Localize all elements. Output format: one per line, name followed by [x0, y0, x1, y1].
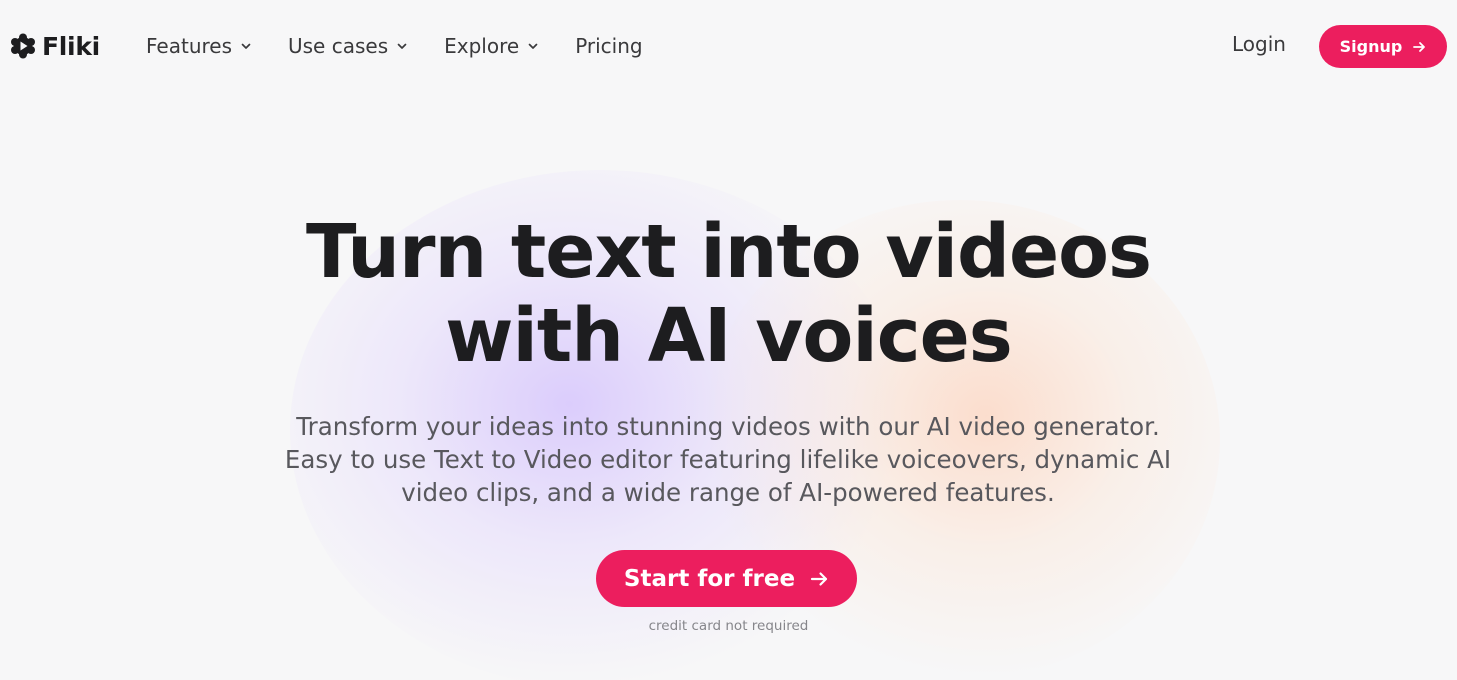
- start-for-free-button[interactable]: Start for free: [596, 550, 857, 607]
- nav-item-label: Use cases: [288, 34, 389, 58]
- nav-item-label: Pricing: [575, 34, 643, 58]
- arrow-right-icon: [1413, 41, 1426, 52]
- main-nav: Features Use cases Explore Pricing: [146, 30, 643, 62]
- hero-title-line: Turn text into videos: [305, 209, 1152, 295]
- login-link[interactable]: Login: [1232, 32, 1286, 56]
- nav-item-label: Explore: [444, 34, 520, 58]
- nav-item-label: Features: [146, 34, 232, 58]
- credit-card-note: credit card not required: [648, 618, 809, 634]
- arrow-right-icon: [810, 571, 828, 586]
- chevron-down-icon: [241, 43, 251, 49]
- nav-item-features[interactable]: Features: [146, 34, 252, 58]
- hero-subtitle-line: Transform your ideas into stunning video…: [296, 412, 1160, 441]
- hero-subtitle-line: Easy to use Text to Video editor featuri…: [284, 445, 1172, 474]
- site-header: Fliki Features Use cases Explore Pricing…: [0, 0, 1457, 92]
- nav-item-explore[interactable]: Explore: [444, 34, 539, 58]
- flower-play-icon: [11, 33, 35, 59]
- signup-button[interactable]: Signup: [1319, 25, 1447, 68]
- nav-item-pricing[interactable]: Pricing: [575, 34, 642, 58]
- landing-page: Fliki Features Use cases Explore Pricing…: [0, 0, 1457, 680]
- signup-label: Signup: [1339, 37, 1403, 56]
- nav-item-use-cases[interactable]: Use cases: [288, 34, 408, 58]
- chevron-down-icon: [397, 43, 407, 49]
- hero-title: Turn text into videos with AI voices: [0, 210, 1457, 378]
- hero-subtitle: Transform your ideas into stunning video…: [228, 410, 1228, 509]
- brand-logo[interactable]: Fliki: [10, 30, 100, 62]
- cta-label: Start for free: [623, 565, 796, 592]
- hero-subtitle-line: video clips, and a wide range of AI-powe…: [401, 478, 1055, 507]
- hero-title-line: with AI voices: [445, 293, 1013, 379]
- chevron-down-icon: [528, 43, 538, 49]
- brand-name: Fliki: [42, 31, 100, 61]
